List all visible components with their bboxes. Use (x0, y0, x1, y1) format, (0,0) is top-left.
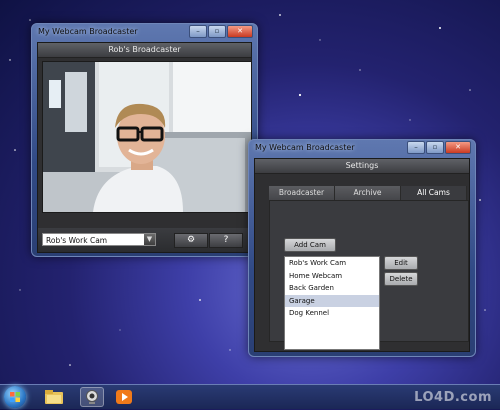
add-cam-button[interactable]: Add Cam (284, 238, 336, 252)
windows-logo-icon (10, 392, 20, 402)
close-icon: ✕ (237, 27, 243, 35)
taskbar-media-player[interactable] (112, 387, 136, 407)
minimize-icon: – (196, 27, 200, 35)
video-frame (43, 62, 251, 212)
tab-broadcaster[interactable]: Broadcaster (269, 186, 335, 200)
settings-panel: Settings Broadcaster Archive All Cams Ad… (254, 158, 470, 352)
settings-tabs: Broadcaster Archive All Cams (269, 186, 467, 200)
settings-window-title: My Webcam Broadcaster (255, 143, 355, 152)
list-item[interactable]: Back Garden (285, 282, 379, 295)
control-bar: Rob's Work Cam ▼ ⚙ ? (38, 228, 251, 252)
close-button[interactable]: ✕ (227, 25, 253, 38)
maximize-icon: ▫ (432, 143, 438, 151)
taskbar-webcam-broadcaster[interactable] (80, 387, 104, 407)
tab-archive[interactable]: Archive (335, 186, 401, 200)
tab-all-cams[interactable]: All Cams (401, 186, 467, 200)
camera-select-value: Rob's Work Cam (46, 236, 108, 245)
taskbar: LO4D.com (0, 384, 500, 409)
edit-button[interactable]: Edit (384, 256, 418, 270)
help-icon: ? (223, 235, 229, 245)
maximize-button[interactable]: ▫ (426, 141, 444, 154)
webcam-icon (86, 390, 98, 404)
broadcaster-panel: Rob's Broadcaster Rob's Work Cam ▼ ⚙ ? (37, 42, 252, 253)
chevron-down-icon: ▼ (144, 234, 155, 245)
main-titlebar[interactable]: My Webcam Broadcaster – ▫ ✕ (32, 24, 257, 40)
gear-icon: ⚙ (186, 235, 196, 245)
settings-panel-title: Settings (255, 159, 469, 174)
list-item[interactable]: Home Webcam (285, 270, 379, 283)
main-window-title: My Webcam Broadcaster (38, 27, 138, 36)
list-item[interactable]: Dog Kennel (285, 307, 379, 320)
settings-titlebar[interactable]: My Webcam Broadcaster – ▫ ✕ (249, 140, 475, 156)
media-player-icon (116, 390, 132, 404)
list-item[interactable]: Rob's Work Cam (285, 257, 379, 270)
minimize-button[interactable]: – (407, 141, 425, 154)
list-item-selected[interactable]: Garage (285, 294, 379, 307)
webcam-video (42, 61, 252, 213)
start-button[interactable] (4, 386, 26, 408)
camera-select[interactable]: Rob's Work Cam ▼ (42, 233, 156, 246)
taskbar-explorer[interactable] (42, 387, 66, 407)
maximize-icon: ▫ (214, 27, 220, 35)
delete-button[interactable]: Delete (384, 272, 418, 286)
watermark: LO4D.com (414, 390, 492, 405)
minimize-icon: – (414, 143, 418, 151)
maximize-button[interactable]: ▫ (208, 25, 226, 38)
settings-button[interactable]: ⚙ (174, 233, 208, 248)
camera-list: Rob's Work Cam Home Webcam Back Garden G… (284, 256, 380, 350)
settings-window: My Webcam Broadcaster – ▫ ✕ Settings Bro… (248, 139, 476, 357)
close-icon: ✕ (455, 143, 461, 151)
minimize-button[interactable]: – (189, 25, 207, 38)
all-cams-tab-content: Add Cam Rob's Work Cam Home Webcam Back … (269, 200, 469, 350)
folder-icon (45, 390, 63, 404)
help-button[interactable]: ? (209, 233, 243, 248)
panel-title: Rob's Broadcaster (38, 43, 251, 58)
main-window: My Webcam Broadcaster – ▫ ✕ Rob's Broadc… (31, 23, 258, 257)
close-button[interactable]: ✕ (445, 141, 471, 154)
